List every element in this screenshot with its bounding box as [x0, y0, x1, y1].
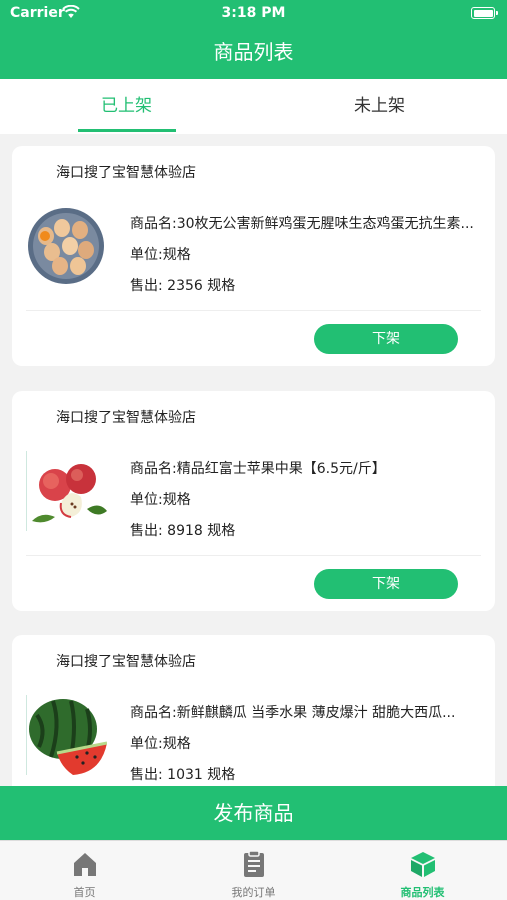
divider	[26, 310, 481, 311]
tabbar-label: 首页	[73, 886, 96, 899]
shop-name: 海口搜了宝智慧体验店	[56, 654, 196, 670]
divider	[26, 555, 481, 556]
product-name: 商品名:30枚无公害新鲜鸡蛋无腥味生态鸡蛋无抗生素...	[130, 216, 474, 232]
apple-image	[26, 451, 107, 531]
page-title: 商品列表	[213, 40, 294, 64]
tabbar-item-orders[interactable]: 我的订单	[169, 841, 338, 900]
product-name: 商品名:新鲜麒麟瓜 当季水果 薄皮爆汁 甜脆大西瓜...	[130, 705, 456, 721]
status-bar: Carrier 3:18 PM	[0, 0, 507, 28]
product-info: 商品名:新鲜麒麟瓜 当季水果 薄皮爆汁 甜脆大西瓜... 单位:规格 售出: 1…	[130, 702, 485, 795]
product-unit: 单位:规格	[130, 247, 191, 263]
tabbar-label: 商品列表	[400, 886, 445, 899]
eggs-image	[26, 206, 106, 286]
header: Carrier 3:18 PM 商品列表	[0, 0, 507, 79]
active-tab-indicator	[78, 129, 176, 132]
publish-product-button[interactable]: 发布商品	[0, 786, 507, 840]
product-name: 商品名:精品红富士苹果中果【6.5元/斤】	[130, 461, 386, 477]
product-sold: 售出: 2356 规格	[130, 278, 236, 294]
status-tabs: 已上架 未上架	[0, 79, 507, 134]
shop-name: 海口搜了宝智慧体验店	[56, 165, 196, 181]
product-info: 商品名:精品红富士苹果中果【6.5元/斤】 单位:规格 售出: 8918 规格	[130, 458, 485, 551]
box-icon	[408, 849, 438, 879]
clock: 3:18 PM	[221, 5, 286, 21]
tab-listed[interactable]: 已上架	[0, 79, 253, 134]
product-card: 海口搜了宝智慧体验店 商品名:精品红富士苹果中果【6.5元/斤】 单位:规格 售…	[12, 391, 495, 611]
bottom-tab-bar: 首页 我的订单 商品列表	[0, 840, 507, 900]
product-info: 商品名:30枚无公害新鲜鸡蛋无腥味生态鸡蛋无抗生素... 单位:规格 售出: 2…	[130, 213, 485, 306]
tabbar-item-home[interactable]: 首页	[0, 841, 169, 900]
tab-unlisted[interactable]: 未上架	[253, 79, 506, 134]
product-unit: 单位:规格	[130, 736, 191, 752]
shop-name: 海口搜了宝智慧体验店	[56, 410, 196, 426]
tabbar-item-products[interactable]: 商品列表	[338, 841, 507, 900]
product-unit: 单位:规格	[130, 492, 191, 508]
tabbar-label: 我的订单	[231, 886, 276, 899]
product-card: 海口搜了宝智慧体验店 商品名:30枚无公害新鲜鸡蛋无腥味生态鸡蛋无抗生素... …	[12, 146, 495, 366]
delist-button[interactable]: 下架	[314, 324, 458, 354]
product-sold: 售出: 8918 规格	[130, 523, 236, 539]
delist-button[interactable]: 下架	[314, 569, 458, 599]
watermelon-image	[26, 695, 108, 775]
orders-icon	[239, 849, 269, 879]
home-icon	[70, 849, 100, 879]
battery-icon	[471, 7, 498, 19]
